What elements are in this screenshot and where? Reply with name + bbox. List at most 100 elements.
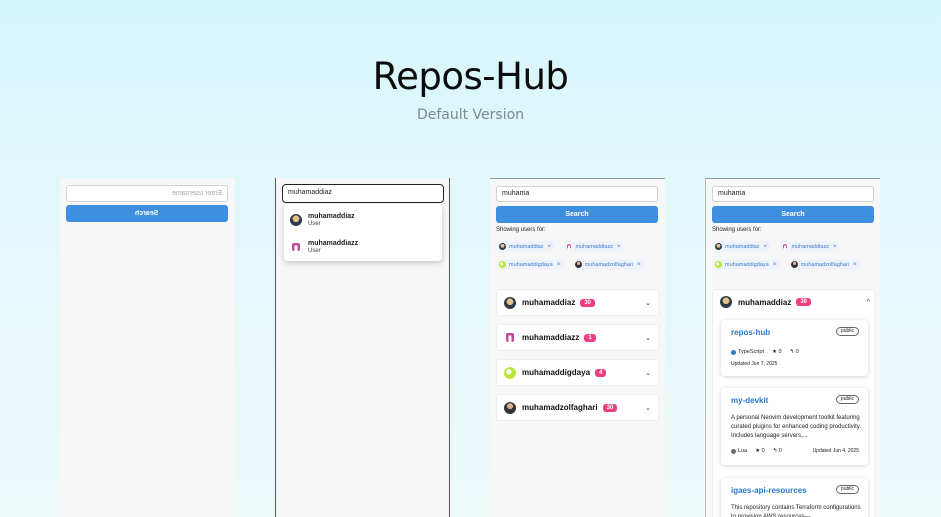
showing-label: Showing users for: (712, 227, 762, 233)
chevron-down-icon[interactable]: ⌄ (645, 299, 651, 307)
close-icon[interactable]: × (617, 244, 621, 250)
chevron-down-icon[interactable]: ⌄ (645, 404, 651, 412)
close-icon[interactable]: × (548, 244, 552, 250)
close-icon[interactable]: × (833, 244, 837, 250)
user-card-header[interactable]: muhamaddiaz 30 ^ (720, 296, 870, 308)
close-icon[interactable]: × (764, 244, 768, 250)
user-chip[interactable]: muhamaddiaz × (497, 241, 556, 252)
visibility-badge: public (835, 395, 859, 404)
repo-count-badge: 4 (595, 368, 607, 377)
language-dot-icon (731, 349, 736, 355)
screen-expanded: muhama Search Showing users for: muhamad… (705, 178, 880, 517)
screen-initial: Enter username Search (60, 178, 235, 517)
avatar (715, 261, 722, 268)
user-chip[interactable]: muhamadzolfaghari × (788, 259, 861, 270)
suggestion-role: User (308, 221, 321, 227)
user-card[interactable]: muhamaddiaz 30 ⌄ (496, 289, 659, 316)
username-input[interactable]: Enter username (66, 185, 228, 202)
avatar (504, 331, 516, 344)
repo-card: my-devkit public A personal Neovim devel… (721, 388, 868, 465)
fork-icon: ↰ (772, 448, 778, 454)
hero-subtitle: Default Version (416, 107, 525, 123)
repo-name-link[interactable]: my-devkit (731, 396, 768, 405)
visibility-badge: public (835, 485, 859, 494)
fork-count: 0 (778, 448, 782, 454)
repo-description: A personal Neovim development toolkit fe… (731, 415, 861, 439)
close-icon[interactable]: × (637, 262, 641, 268)
suggestion-item[interactable]: muhamaddiaz User (290, 208, 355, 232)
user-card[interactable]: muhamaddiazz 1 ⌄ (496, 324, 659, 351)
repo-updated: Updated Jun 7, 2025 (731, 361, 778, 367)
avatar (499, 261, 506, 268)
avatar (504, 401, 516, 414)
chip-label: muhamaddiaz (725, 243, 760, 250)
chip-label: muhamaddigdaya (509, 261, 553, 268)
avatar (504, 296, 516, 309)
screen-autocomplete: muhamaddiaz muhamaddiaz User muhamaddiaz… (275, 178, 450, 517)
user-chip[interactable]: muhamaddiaz × (713, 241, 772, 252)
suggestion-name: muhamaddiazz (308, 240, 359, 247)
repo-meta: Lua ★ 0 ↰ 0 (731, 448, 782, 454)
search-button-label: Search (135, 210, 159, 217)
user-chip[interactable]: muhamaddiazz × (779, 241, 841, 252)
username-input[interactable]: muhamaddiaz (282, 184, 444, 203)
user-chip[interactable]: muhamaddiazz × (563, 241, 625, 252)
suggestion-item[interactable]: muhamaddiazz User (290, 235, 358, 259)
search-button[interactable]: Search (496, 206, 658, 223)
user-card[interactable]: muhamaddigdaya 4 ⌄ (496, 359, 659, 386)
chevron-down-icon[interactable]: ⌄ (645, 334, 651, 342)
avatar (715, 243, 722, 250)
close-icon[interactable]: × (773, 262, 777, 268)
user-chip[interactable]: muhamaddigdaya × (713, 259, 781, 270)
repo-name-link[interactable]: repos-hub (731, 328, 770, 337)
user-card-expanded: muhamaddiaz 30 ^ repos-hub public TypeSc… (712, 289, 875, 517)
input-value: muhama (718, 190, 746, 197)
repo-updated: Updated Jun 4, 2025 (812, 448, 859, 454)
repo-count-badge: 30 (580, 298, 596, 307)
chip-label: muhamadzolfaghari (800, 261, 850, 268)
avatar (565, 243, 573, 250)
avatar (574, 261, 582, 268)
repo-count-badge: 30 (796, 298, 812, 306)
visibility-badge: public (835, 327, 859, 336)
chip-label: muhamaddiazz (575, 243, 613, 250)
search-button[interactable]: Search (712, 206, 874, 223)
screen-results: muhama Search Showing users for: muhamad… (490, 178, 665, 517)
star-icon: ★ (771, 349, 777, 355)
avatar (499, 243, 506, 250)
repo-meta: TypeScript ★ 0 ↰ 0 (731, 349, 799, 355)
username-input[interactable]: muhama (712, 186, 874, 202)
chip-label: muhamaddiaz (509, 243, 544, 250)
avatar (504, 366, 516, 379)
chevron-down-icon[interactable]: ⌄ (645, 369, 651, 377)
search-button[interactable]: Search (66, 205, 228, 222)
chip-label: muhamaddigdaya (725, 261, 769, 268)
avatar (720, 296, 732, 308)
repo-count-badge: 30 (602, 403, 618, 412)
user-chips: muhamaddiaz × muhamaddiazz × muhamaddigday… (713, 237, 878, 273)
avatar (290, 241, 302, 253)
repo-description: This repository contains Terraform confi… (731, 505, 861, 517)
chip-label: muhamaddiazz (791, 243, 829, 250)
user-name: muhamadzolfaghari (522, 403, 598, 412)
user-card[interactable]: muhamadzolfaghari 30 ⌄ (496, 394, 659, 421)
user-name: muhamaddiaz (522, 298, 576, 307)
repo-name-link[interactable]: igaes-api-resources (731, 486, 807, 495)
user-chip[interactable]: muhamadzolfaghari × (572, 259, 645, 270)
showing-label: Showing users for: (496, 227, 546, 233)
input-value: muhamaddiaz (288, 189, 332, 196)
user-chip[interactable]: muhamaddigdaya × (497, 259, 565, 270)
repo-count-badge: 1 (584, 333, 596, 342)
chip-label: muhamadzolfaghari (584, 261, 634, 268)
suggestions-dropdown: muhamaddiaz User muhamaddiazz User (284, 204, 442, 261)
user-name: muhamaddiazz (522, 333, 580, 342)
close-icon[interactable]: × (853, 262, 857, 268)
close-icon[interactable]: × (557, 262, 561, 268)
chevron-up-icon[interactable]: ^ (867, 299, 870, 306)
star-icon: ★ (755, 448, 761, 454)
user-chips: muhamaddiaz × muhamaddiazz × muhamaddigday… (497, 237, 662, 273)
user-name: muhamaddiaz (738, 297, 792, 307)
username-input[interactable]: muhama (496, 186, 658, 202)
suggestion-name: muhamaddiaz (308, 213, 355, 220)
repo-language: Lua (738, 448, 748, 454)
